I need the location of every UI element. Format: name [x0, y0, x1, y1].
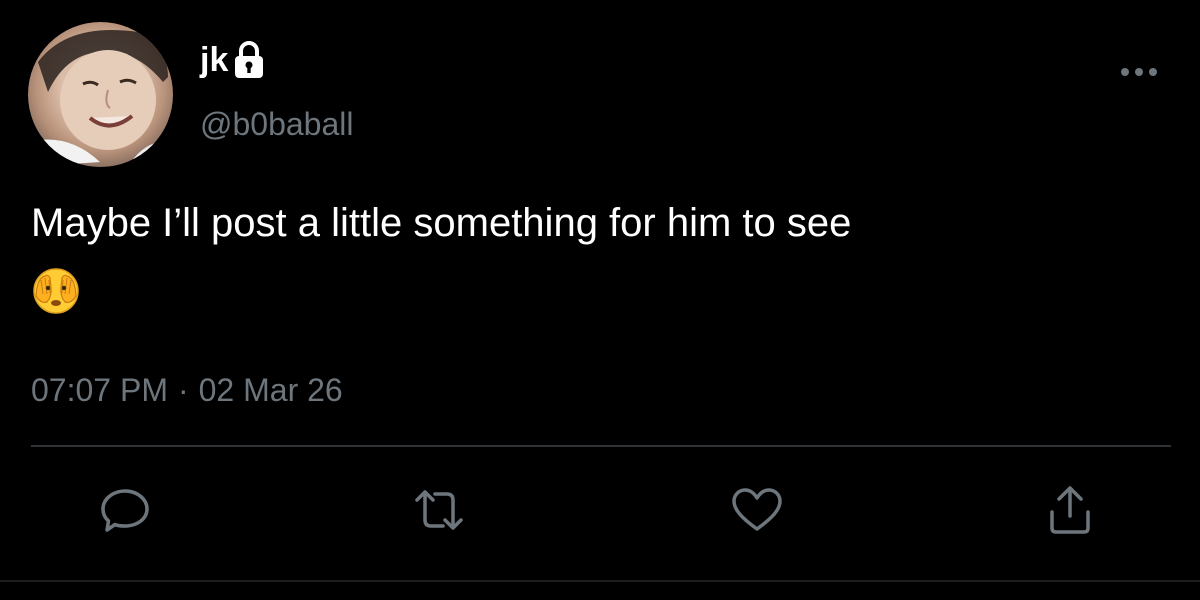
timestamp-separator: · — [177, 372, 189, 408]
bottom-divider — [0, 580, 1200, 582]
share-button[interactable] — [1040, 482, 1100, 542]
more-options-icon[interactable] — [1117, 60, 1163, 84]
share-icon — [1046, 484, 1094, 541]
retweet-icon — [409, 486, 469, 539]
user-handle[interactable]: @b0baball — [200, 102, 353, 146]
avatar-photo — [28, 30, 173, 167]
divider — [31, 445, 1171, 447]
display-name[interactable]: jk — [200, 36, 266, 84]
reply-button[interactable] — [95, 482, 155, 542]
tweet-card: jk @b0baball Maybe I’ll post a little so… — [0, 0, 1200, 600]
lock-icon — [232, 40, 266, 80]
tweet-text: Maybe I’ll post a little something for h… — [31, 201, 852, 245]
reply-icon — [99, 486, 151, 539]
tweet-date: 02 Mar 26 — [198, 372, 343, 408]
retweet-button[interactable] — [409, 482, 469, 542]
display-name-text: jk — [200, 41, 229, 79]
tweet-timestamp[interactable]: 07:07 PM · 02 Mar 26 — [31, 366, 343, 414]
tweet-time: 07:07 PM — [31, 372, 168, 408]
avatar[interactable] — [28, 22, 173, 167]
like-button[interactable] — [727, 482, 787, 542]
like-icon — [730, 486, 784, 539]
action-bar — [0, 482, 1200, 542]
face-with-hands-over-eyes-emoji-icon — [31, 266, 81, 316]
